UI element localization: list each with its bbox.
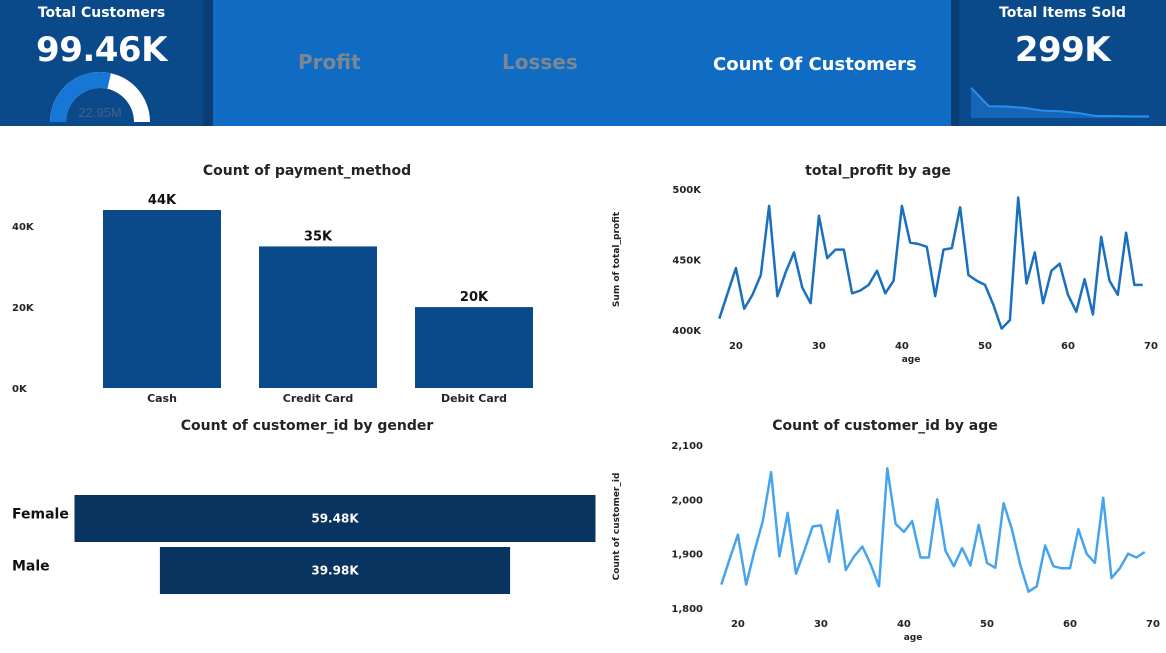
gender-bar-label: 59.48K: [311, 512, 359, 526]
customers-by-age-chart[interactable]: Count of customer_id by age 1,800 1,900 2,0…: [600, 405, 1166, 645]
y-tick-label: 20K: [12, 303, 35, 314]
nav-count-of-customers-button[interactable]: Count Of Customers: [713, 54, 917, 75]
y-tick-label: 2,000: [671, 495, 703, 506]
x-tick-label: 20: [731, 619, 745, 630]
x-category-label: Debit Card: [441, 392, 507, 405]
x-tick-label: 30: [812, 341, 826, 352]
y-axis-title: Sum of total_profit: [612, 211, 622, 307]
sparkline-area: [971, 87, 1149, 118]
gender-bar-label: 39.98K: [311, 564, 359, 578]
payment-bar: [103, 210, 221, 388]
items-sold-sparkline: [970, 86, 1149, 118]
profit-by-age-chart[interactable]: total_profit by age 400K 450K 500K 20 30 40 50 6…: [600, 150, 1166, 365]
y-tick-label: 0K: [12, 384, 28, 395]
navigation-panel: Profit Losses Count Of Customers: [213, 0, 951, 126]
payment-chart-title: Count of payment_method: [203, 163, 411, 179]
x-axis-title: age: [902, 355, 921, 365]
x-tick-label: 60: [1063, 619, 1077, 630]
payment-bar: [415, 307, 533, 388]
x-tick-label: 70: [1144, 341, 1158, 352]
x-tick-label: 30: [814, 619, 828, 630]
total-customers-value: 99.46K: [36, 30, 167, 70]
nav-losses-button[interactable]: Losses: [502, 50, 578, 74]
x-tick-label: 20: [729, 341, 743, 352]
gender-chart-title: Count of customer_id by gender: [181, 418, 434, 434]
y-tick-label: 1,800: [671, 604, 703, 615]
gender-category-label: Male: [12, 559, 50, 575]
header-separator-right: [951, 0, 959, 126]
y-tick-label: 450K: [672, 256, 702, 267]
profit_age-title: total_profit by age: [805, 163, 951, 179]
x-tick-label: 50: [978, 341, 992, 352]
customers_age-title: Count of customer_id by age: [772, 418, 998, 434]
series-line: [720, 467, 1146, 593]
gauge-label: 22.95M: [78, 105, 121, 120]
x-tick-label: 70: [1146, 619, 1160, 630]
bar-data-label: 20K: [460, 290, 489, 305]
total-items-sold-title: Total Items Sold: [999, 5, 1126, 21]
y-tick-label: 2,100: [671, 441, 703, 452]
payment-bar: [259, 246, 377, 388]
total-items-sold-value: 299K: [1014, 30, 1111, 70]
nav-profit-button[interactable]: Profit: [298, 50, 361, 74]
y-tick-label: 400K: [672, 326, 702, 337]
x-tick-label: 50: [980, 619, 994, 630]
bar-data-label: 35K: [304, 229, 333, 244]
y-tick-label: 1,900: [671, 550, 703, 561]
gender-category-label: Female: [12, 507, 69, 523]
x-tick-label: 40: [897, 619, 911, 630]
x-axis-title: age: [904, 633, 923, 643]
x-tick-label: 40: [895, 341, 909, 352]
payment-method-chart[interactable]: Count of payment_method 0K 20K 40K 44K Cash 35…: [0, 150, 590, 410]
header-separator-left: [203, 0, 213, 126]
x-category-label: Credit Card: [283, 392, 354, 405]
gender-chart[interactable]: Count of customer_id by gender 59.48K Fema…: [0, 410, 600, 610]
x-category-label: Cash: [147, 392, 177, 405]
y-axis-title: Count of customer_id: [612, 473, 622, 581]
customers-gauge: 22.95M: [50, 72, 150, 122]
total-customers-card[interactable]: Total Customers 99.46K 22.95M: [0, 0, 203, 126]
x-tick-label: 60: [1061, 341, 1075, 352]
y-tick-label: 40K: [12, 222, 35, 233]
total-customers-title: Total Customers: [37, 5, 166, 21]
y-tick-label: 500K: [672, 185, 702, 196]
bar-data-label: 44K: [148, 193, 177, 208]
total-items-sold-card[interactable]: Total Items Sold 299K: [959, 0, 1166, 126]
dashboard: Total Customers 99.46K 22.95M Profit Los…: [0, 0, 1166, 653]
series-line: [718, 196, 1143, 330]
